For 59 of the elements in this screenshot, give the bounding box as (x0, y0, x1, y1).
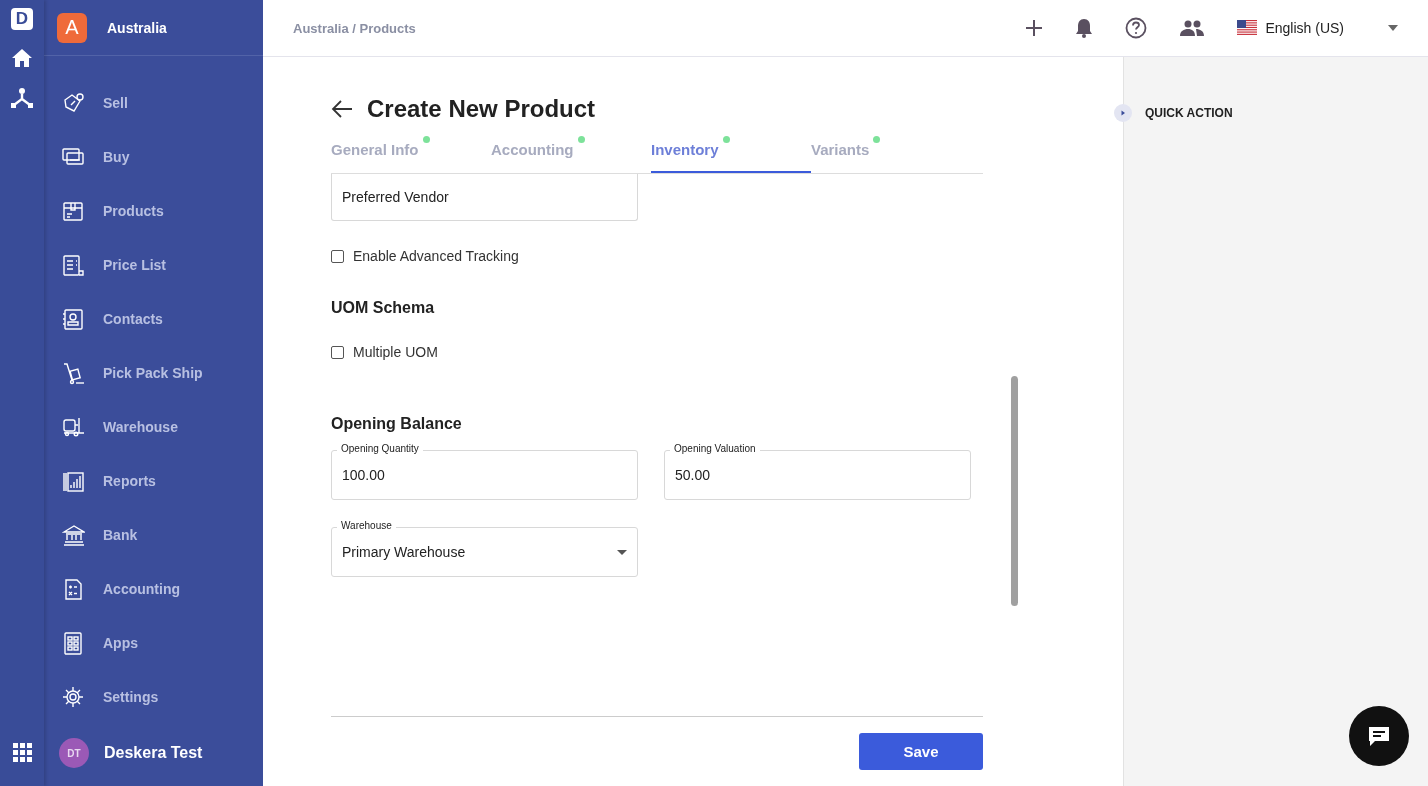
tab[interactable]: Accounting (491, 135, 651, 173)
section-heading: Opening Balance (331, 415, 463, 433)
app-logo[interactable]: D (11, 8, 33, 30)
sidebar-item[interactable]: Pick Pack Ship (44, 346, 263, 400)
panel-title: QUICK ACTION (1145, 106, 1233, 120)
user-avatar: DT (59, 738, 89, 768)
page-title: Create New Product (367, 95, 596, 123)
caret-icon (617, 549, 627, 555)
sidebar-item[interactable]: Warehouse (44, 400, 263, 454)
sidebar-item[interactable]: Contacts (44, 292, 263, 346)
sidebar-item[interactable]: Price List (44, 238, 263, 292)
calculator-icon (62, 577, 85, 601)
help-icon[interactable] (1125, 17, 1148, 39)
field-label: Opening Valuation (670, 443, 760, 454)
sidebar-item[interactable]: Sell (44, 76, 263, 130)
home-icon[interactable] (11, 48, 33, 68)
contact-book-icon (62, 307, 85, 331)
settings-icon (62, 685, 85, 709)
section-heading: UOM Schema (331, 299, 436, 317)
apps-grid-icon[interactable] (12, 743, 32, 762)
box-icon (62, 199, 85, 223)
sidebar-item[interactable]: Apps (44, 616, 263, 670)
breadcrumb: Australia / Products (293, 20, 416, 36)
tab[interactable]: Inventory (651, 135, 811, 173)
caret-icon (1388, 25, 1398, 31)
sidebar-item[interactable]: Accounting (44, 562, 263, 616)
tab[interactable]: General Info (331, 135, 491, 173)
bell-icon[interactable] (1075, 18, 1094, 38)
field-label: Opening Quantity (337, 443, 423, 454)
price-tag-icon (62, 91, 85, 115)
bank-icon (62, 523, 85, 547)
user-name[interactable]: Deskera Test (104, 744, 203, 762)
expand-toggle-icon[interactable] (1114, 104, 1132, 122)
tab[interactable]: Variants (811, 135, 971, 173)
scrollbar-thumb[interactable] (1011, 376, 1018, 606)
sidebar-item[interactable]: Buy (44, 130, 263, 184)
apps-icon (62, 631, 85, 655)
hand-truck-icon (62, 361, 85, 385)
org-avatar: A (57, 12, 87, 43)
document-icon (62, 253, 85, 277)
save-button[interactable]: Save (859, 733, 983, 770)
flag-icon (1237, 20, 1258, 36)
bar-chart-icon (62, 469, 85, 493)
sidebar-item[interactable]: Settings (44, 670, 263, 724)
sidebar-item[interactable]: Bank (44, 508, 263, 562)
org-name[interactable]: Australia (107, 19, 167, 36)
language-selector[interactable]: English (US) (1237, 20, 1398, 36)
input-field[interactable]: Preferred Vendor (331, 174, 638, 221)
plus-icon[interactable] (1025, 19, 1044, 37)
hierarchy-icon[interactable] (10, 86, 34, 110)
people-icon[interactable] (1179, 20, 1206, 36)
checkbox[interactable]: Multiple UOM (331, 344, 983, 360)
back-arrow-icon[interactable] (331, 100, 353, 118)
chat-icon (1367, 725, 1391, 747)
checkbox[interactable]: Enable Advanced Tracking (331, 248, 983, 264)
sidebar-item[interactable]: Products (44, 184, 263, 238)
sidebar-item[interactable]: Reports (44, 454, 263, 508)
field-label: Warehouse (337, 520, 396, 531)
forklift-icon (62, 415, 85, 439)
